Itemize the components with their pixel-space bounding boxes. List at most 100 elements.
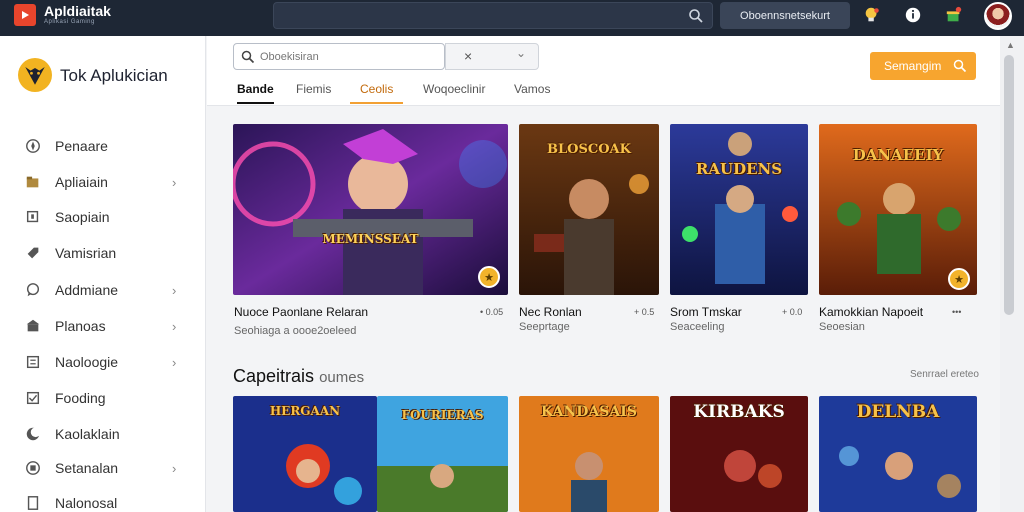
chevron-down-icon[interactable]: ⌄ [516,46,526,60]
filter-dropdown[interactable]: × ⌄ [445,43,539,70]
app-logo-icon[interactable] [14,4,36,26]
search-icon[interactable] [688,8,704,24]
sidebar-item-addmiane[interactable]: Addmiane › [0,275,206,305]
book-icon [24,353,42,371]
game-art-text: RAUDENS [695,160,783,178]
sidebar-item-label: Setanalan [55,460,119,476]
game-title[interactable]: Srom Tmskar [670,305,742,319]
sidebar: Tok Aplukician Penaare Apliaiain › Saopi… [0,36,206,512]
primary-search-button[interactable]: Semangim [870,52,976,80]
chevron-right-icon: › [172,174,177,190]
game-art-text: DANAEEIY [852,146,944,164]
check-icon [24,389,42,407]
tab-vamos[interactable]: Vamos [514,82,550,104]
game-art-text: FOURIERAS [401,408,484,422]
compass-icon [24,137,42,155]
tab-woqoeclinir[interactable]: Woqoeclinir [423,82,485,104]
game-art-text: KIRBAKS [693,402,785,422]
moon-icon [24,425,42,443]
sidebar-item-fooding[interactable]: Fooding [0,383,206,413]
section-title: Capeitrais oumes [233,366,364,387]
gift-icon[interactable] [944,5,964,25]
sidebar-item-label: Nalonosal [55,495,118,511]
primary-button-label: Semangim [884,59,942,73]
tab-fiemis[interactable]: Fiemis [296,82,331,104]
game-card-image[interactable]: BLOSCOAK [519,124,659,295]
game-title[interactable]: Nec Ronlan [519,305,582,319]
game-title[interactable]: Nuoce Paonlane Relaran [234,305,368,319]
clear-icon[interactable]: × [464,48,472,64]
top-bar: Apldiaitak Aplikasi Gaming Oboennsnetsek… [0,0,1024,36]
app-subtitle: Aplikasi Gaming [44,19,95,25]
chevron-right-icon: › [172,354,177,370]
game-card-image[interactable]: KANDASAIS [519,396,659,512]
sidebar-item-setanalan[interactable]: Setanalan › [0,453,206,483]
sidebar-item-apliaiain[interactable]: Apliaiain › [0,167,206,197]
game-rating: + 0.5 [634,307,655,317]
section-title-suffix: oumes [319,369,365,386]
sidebar-item-planoas[interactable]: Planoas › [0,311,206,341]
chat-icon [24,281,42,299]
game-subtitle: Seeprtage [519,321,570,333]
star-badge-icon: ★ [948,268,970,290]
sidebar-item-kaolaklain[interactable]: Kaolaklain [0,419,206,449]
sidebar-item-label: Saopiain [55,209,110,225]
game-title[interactable]: Kamokkian Napoeit [819,305,923,319]
game-card-image[interactable]: DELNBA [819,396,977,512]
sidebar-item-nalonosal[interactable]: Nalonosal [0,488,206,512]
doc-icon [24,494,42,512]
square-icon [24,208,42,226]
game-art-text: MEMINSSEAT [322,232,419,246]
user-avatar[interactable] [984,2,1012,30]
sidebar-item-saopiain[interactable]: Saopiain [0,202,206,232]
sidebar-item-label: Naoloogie [55,354,119,370]
tab-bande[interactable]: Bande [237,82,274,104]
sidebar-item-vamisrian[interactable]: Vamisrian [0,238,206,268]
game-rating: • 0.05 [480,307,504,317]
sidebar-item-penaare[interactable]: Penaare [0,131,206,161]
scroll-up-icon[interactable]: ▲ [1006,40,1015,50]
section-title-main: Capeitrais [233,366,315,386]
sidebar-item-naoloogie[interactable]: Naoloogie › [0,347,206,377]
scrollbar-thumb[interactable] [1004,55,1014,315]
shop-icon [24,317,42,335]
search-icon [241,50,255,64]
chevron-right-icon: › [172,282,177,298]
header-action-button[interactable]: Oboennsnetsekurt [720,2,850,29]
sidebar-item-label: Apliaiain [55,174,108,190]
lightbulb-icon[interactable] [862,5,882,25]
brand-logo-icon [18,58,52,92]
search-input[interactable]: Oboekisiran [233,43,445,70]
search-icon [953,59,967,73]
game-art-text: DELNBA [856,402,940,422]
section-see-all-link[interactable]: Senrrael ereteo [910,369,979,380]
sidebar-item-label: Kaolaklain [55,426,120,442]
tab-ceolis[interactable]: Ceolis [350,82,404,104]
game-card-image[interactable]: HERGAAN [233,396,377,512]
sidebar-item-label: Planoas [55,318,106,334]
game-card-image[interactable]: KIRBAKS [670,396,808,512]
star-badge-icon: ★ [478,266,500,288]
game-card-image[interactable]: MEMINSSEAT [233,124,508,295]
sidebar-item-label: Fooding [55,390,106,406]
brand-name: Tok Aplukician [60,66,168,85]
game-card-image[interactable]: FOURIERAS [377,396,508,512]
sidebar-item-label: Vamisrian [55,245,117,261]
info-icon[interactable] [903,5,923,25]
game-art-text: HERGAAN [269,404,341,418]
game-subtitle: Seoesian [819,321,865,333]
game-card-image[interactable]: RAUDENS [670,124,808,295]
global-search-input[interactable] [273,2,713,29]
more-options-icon[interactable]: ••• [952,307,961,317]
folder-icon [24,173,42,191]
sidebar-item-label: Penaare [55,138,108,154]
game-art-text: KANDASAIS [541,404,637,420]
tag-icon [24,244,42,262]
app-title: Apldiaitak [44,3,111,19]
chevron-right-icon: › [172,318,177,334]
game-art-text: BLOSCOAK [547,142,631,157]
game-subtitle: Seohiaga a oooe2oeleed [234,325,357,337]
search-placeholder: Oboekisiran [260,51,319,63]
game-subtitle: Seaceeling [670,321,725,333]
chevron-right-icon: › [172,460,177,476]
